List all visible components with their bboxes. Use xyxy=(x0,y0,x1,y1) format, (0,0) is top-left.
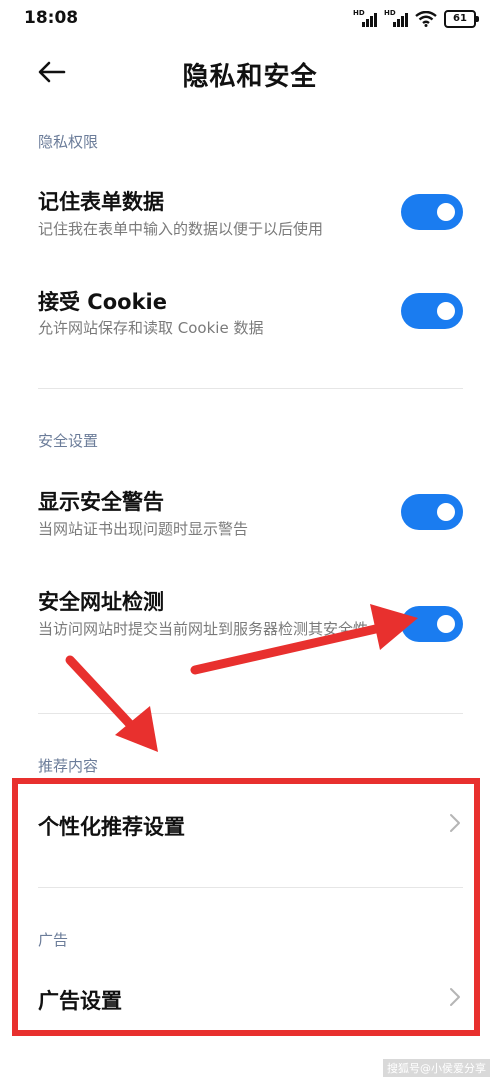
highlight-box xyxy=(12,778,480,1036)
wifi-icon xyxy=(415,11,437,27)
page-title: 隐私和安全 xyxy=(182,62,318,92)
status-time: 18:08 xyxy=(24,8,79,28)
section-label-recommend: 推荐内容 xyxy=(38,757,99,775)
section-label-security: 安全设置 xyxy=(38,432,99,450)
signal-icon-2: HD xyxy=(384,9,408,27)
security-warning-toggle[interactable] xyxy=(401,494,463,530)
safe-url-check-toggle[interactable] xyxy=(401,606,463,642)
accept-cookie-toggle[interactable] xyxy=(401,293,463,329)
signal-icon: HD xyxy=(353,9,377,27)
accept-cookie-title: 接受 Cookie xyxy=(38,290,167,314)
watermark: 搜狐号@小侯爱分享 xyxy=(383,1059,490,1077)
remember-form-title: 记住表单数据 xyxy=(38,190,164,214)
security-warning-title: 显示安全警告 xyxy=(38,490,164,514)
divider xyxy=(38,388,463,389)
safe-url-check-title: 安全网址检测 xyxy=(38,590,164,614)
section-label-privacy: 隐私权限 xyxy=(38,133,99,151)
divider xyxy=(38,713,463,714)
safe-url-check-subtitle: 当访问网站时提交当前网址到服务器检测其安全性 xyxy=(38,620,369,638)
remember-form-toggle[interactable] xyxy=(401,194,463,230)
security-warning-subtitle: 当网站证书出现问题时显示警告 xyxy=(38,520,249,538)
accept-cookie-subtitle: 允许网站保存和读取 Cookie 数据 xyxy=(38,319,264,337)
remember-form-subtitle: 记住我在表单中输入的数据以便于以后使用 xyxy=(38,220,324,238)
status-icons: HD HD 61 xyxy=(353,9,479,28)
battery-icon: 61 xyxy=(444,10,479,28)
arrow-to-box xyxy=(65,655,145,740)
